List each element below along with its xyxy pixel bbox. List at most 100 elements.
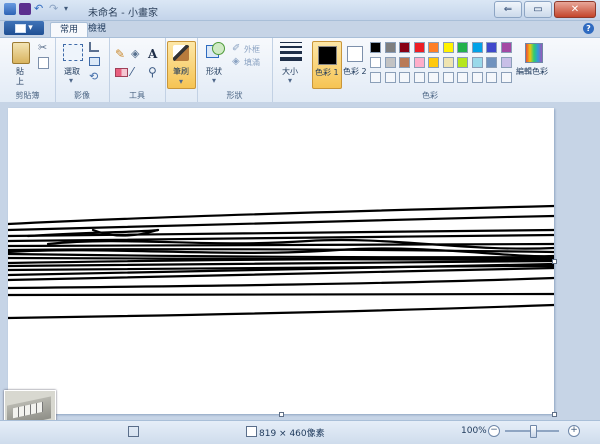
palette-swatch[interactable]: [413, 72, 425, 83]
palette-swatch[interactable]: [471, 57, 483, 68]
brushes-label: 筆刷: [173, 67, 189, 76]
edit-colors-button[interactable]: 編輯色彩: [516, 41, 550, 87]
resize-handle-corner[interactable]: [552, 412, 557, 417]
palette-swatch[interactable]: [399, 57, 410, 68]
palette-swatch[interactable]: [442, 42, 454, 53]
brushes-button[interactable]: 筆刷 ▾: [167, 41, 196, 89]
help-icon[interactable]: ?: [583, 23, 594, 34]
size-dropdown-icon: ▾: [288, 76, 293, 85]
select-dropdown-icon[interactable]: ▾: [69, 76, 73, 85]
size-line-4-icon: [280, 57, 302, 61]
color1-button[interactable]: 色彩 1: [312, 41, 342, 89]
palette-swatch[interactable]: [486, 42, 497, 53]
status-bar: 819 × 460像素 100% − +: [0, 420, 600, 444]
close-button[interactable]: ✕: [554, 1, 596, 18]
size-line-3-icon: [280, 51, 302, 54]
palette-swatch[interactable]: [442, 57, 454, 68]
palette-swatch[interactable]: [486, 57, 497, 68]
scribble-strokes: [8, 204, 554, 320]
palette-swatch[interactable]: [457, 57, 468, 68]
fill-label[interactable]: 填滿: [244, 57, 260, 68]
palette-swatch[interactable]: [399, 42, 410, 53]
stroke: [8, 204, 554, 226]
fill-icon[interactable]: ◈: [232, 57, 244, 69]
palette-swatch[interactable]: [399, 72, 410, 83]
palette-swatch[interactable]: [413, 42, 425, 53]
clipboard-group: 貼 上 ✂ 剪貼簿: [0, 38, 56, 102]
stroke: [8, 303, 554, 320]
edit-colors-label: 編輯色彩: [516, 67, 548, 76]
size-line-2-icon: [280, 46, 302, 48]
pencil-icon[interactable]: ✎: [115, 48, 127, 60]
outline-icon[interactable]: ✐: [232, 44, 244, 56]
tab-view[interactable]: 檢視: [79, 22, 115, 37]
undo-icon[interactable]: ↶: [34, 3, 46, 15]
color-picker-icon[interactable]: ⁄: [131, 66, 143, 78]
edit-colors-icon: [525, 43, 543, 63]
color2-button[interactable]: 色彩 2: [342, 41, 368, 87]
crop-icon[interactable]: [89, 42, 99, 52]
drawing-canvas[interactable]: [8, 108, 554, 414]
palette-swatch[interactable]: [428, 57, 439, 68]
save-icon[interactable]: [19, 3, 31, 15]
resize-icon[interactable]: [89, 57, 100, 66]
copy-icon[interactable]: [38, 57, 49, 69]
clipboard-group-label: 剪貼簿: [15, 91, 40, 100]
size-lines-icon: [280, 42, 302, 61]
zoom-slider-thumb[interactable]: [530, 425, 537, 438]
zoom-out-button[interactable]: −: [488, 425, 500, 437]
palette-swatch[interactable]: [384, 42, 396, 53]
paste-icon[interactable]: [12, 42, 30, 64]
window-title: 未命名 - 小畫家: [88, 8, 158, 19]
menu-icon: [15, 23, 27, 33]
customize-toolbar-icon[interactable]: ▾: [64, 3, 76, 15]
image-group-label: 影像: [74, 91, 90, 100]
eraser-icon[interactable]: [115, 68, 128, 77]
text-tool-icon[interactable]: A: [148, 47, 160, 61]
palette-swatch[interactable]: [486, 72, 497, 83]
palette-swatch[interactable]: [384, 57, 396, 68]
palette-swatch[interactable]: [471, 72, 483, 83]
palette-swatch[interactable]: [457, 42, 468, 53]
palette-swatch[interactable]: [370, 72, 381, 83]
tools-group-label: 工具: [129, 91, 145, 100]
palette-swatch[interactable]: [457, 72, 468, 83]
menu-arrow-icon: ▾: [28, 23, 33, 33]
stroke: [8, 292, 554, 297]
palette-swatch[interactable]: [370, 42, 381, 53]
palette-swatch[interactable]: [370, 57, 381, 68]
paint-menu-button[interactable]: ▾: [4, 21, 44, 35]
palette-swatch[interactable]: [428, 42, 439, 53]
palette-swatch[interactable]: [500, 57, 512, 68]
color2-label: 色彩 2: [343, 67, 367, 76]
shapes-icon[interactable]: [206, 42, 225, 60]
color2-swatch: [347, 46, 363, 62]
palette-swatch[interactable]: [384, 72, 396, 83]
resize-handle-bottom[interactable]: [279, 412, 284, 417]
palette-swatch[interactable]: [471, 42, 483, 53]
ribbon-tabs: ▾ 常用 檢視 ?: [0, 20, 600, 38]
palette-swatch[interactable]: [500, 72, 512, 83]
palette-swatch[interactable]: [413, 57, 425, 68]
shapes-dropdown-icon[interactable]: ▾: [212, 76, 216, 85]
maximize-button[interactable]: ▭: [524, 1, 552, 18]
palette-swatch[interactable]: [442, 72, 454, 83]
cut-icon[interactable]: ✂: [38, 42, 50, 54]
shapes-group-label: 形狀: [226, 91, 243, 100]
brushes-group: 筆刷 ▾: [165, 38, 198, 102]
rotate-icon[interactable]: ⟲: [89, 71, 101, 83]
minimize-button[interactable]: ⇐: [494, 1, 522, 18]
fill-bucket-icon[interactable]: ◈: [131, 48, 143, 60]
zoom-in-button[interactable]: +: [568, 425, 580, 437]
canvas-workspace[interactable]: [0, 102, 600, 420]
palette-swatch[interactable]: [428, 72, 439, 83]
size-group[interactable]: 大小 ▾: [272, 38, 310, 102]
select-icon[interactable]: [63, 44, 83, 61]
outline-label[interactable]: 外框: [244, 44, 260, 55]
paint-app-icon[interactable]: [4, 3, 16, 15]
redo-icon[interactable]: ↷: [49, 3, 61, 15]
palette-swatch[interactable]: [500, 42, 512, 53]
stroke: [8, 214, 554, 232]
resize-handle-right[interactable]: [552, 259, 557, 264]
magnifier-icon[interactable]: ⚲: [148, 66, 160, 78]
